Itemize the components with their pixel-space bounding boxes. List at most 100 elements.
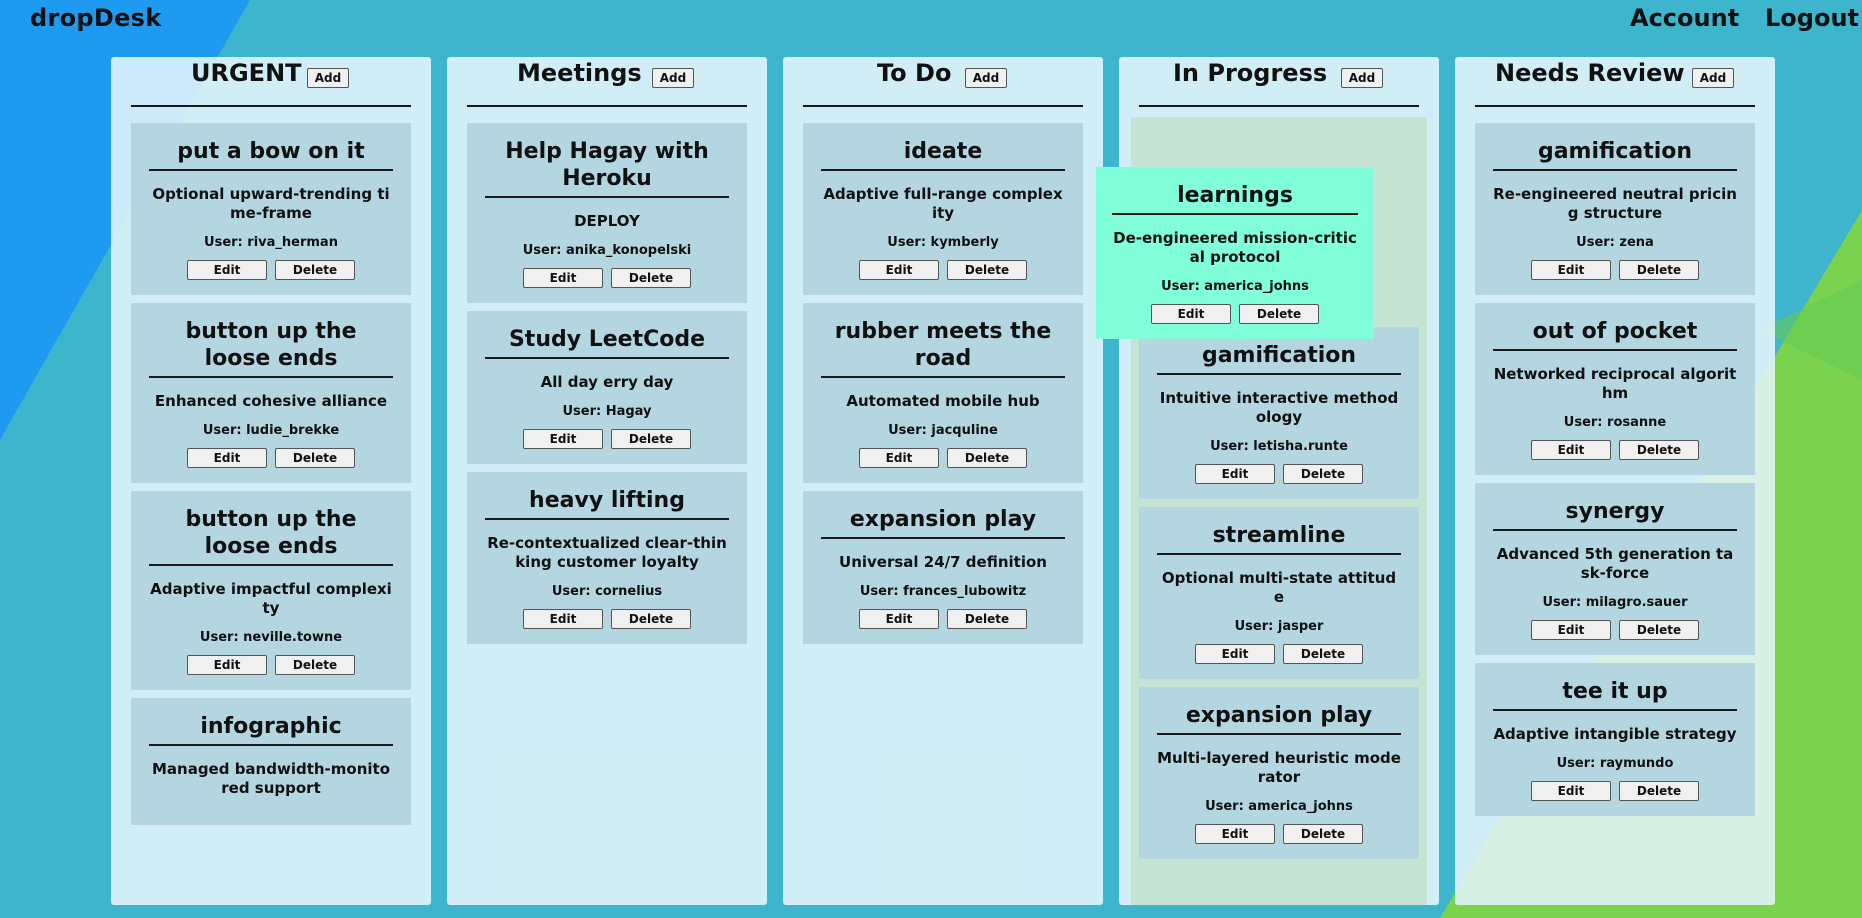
ticket-card[interactable]: expansion play Universal 24/7 definition… [803,491,1083,644]
edit-button[interactable]: Edit [1195,644,1275,664]
card-title: streamline [1157,522,1401,555]
delete-button[interactable]: Delete [1619,620,1699,640]
delete-button[interactable]: Delete [1619,440,1699,460]
app-logo[interactable]: dropDesk [30,4,162,32]
delete-button[interactable]: Delete [1283,644,1363,664]
delete-button[interactable]: Delete [947,260,1027,280]
card-description: Optional multi-state attitude [1161,569,1397,606]
edit-button[interactable]: Edit [187,448,267,468]
card-actions: Edit Delete [1157,464,1401,484]
ticket-card[interactable]: expansion play Multi-layered heuristic m… [1139,687,1419,859]
ticket-card[interactable]: rubber meets the road Automated mobile h… [803,303,1083,483]
card-user: User: america_johns [1161,279,1309,294]
column-divider [131,105,411,107]
ticket-card[interactable]: button up the loose ends Enhanced cohesi… [131,303,411,483]
card-user: User: raymundo [1556,756,1674,771]
card-actions: Edit Delete [1493,260,1737,280]
edit-button[interactable]: Edit [1151,304,1231,324]
card-description: Enhanced cohesive alliance [154,392,388,410]
delete-button[interactable]: Delete [1619,260,1699,280]
delete-button[interactable]: Delete [947,609,1027,629]
card-title: gamification [1157,342,1401,375]
card-actions: Edit Delete [485,609,729,629]
ticket-card[interactable]: heavy lifting Re-contextualized clear-th… [467,472,747,644]
delete-button[interactable]: Delete [275,448,355,468]
ticket-card[interactable]: infographic Managed bandwidth-monitored … [131,698,411,825]
card-description: Re-contextualized clear-thinking custome… [487,534,727,571]
delete-button[interactable]: Delete [1239,304,1319,324]
card-actions: Edit Delete [1157,644,1401,664]
card-description: Adaptive impactful complexity [150,580,392,617]
card-title: out of pocket [1493,318,1737,351]
ticket-card[interactable]: tee it up Adaptive intangible strategy U… [1475,663,1755,816]
edit-button[interactable]: Edit [187,260,267,280]
card-title: tee it up [1493,678,1737,711]
edit-button[interactable]: Edit [523,609,603,629]
column-divider [803,105,1083,107]
edit-button[interactable]: Edit [1531,781,1611,801]
add-card-button[interactable]: Add [652,68,694,88]
edit-button[interactable]: Edit [523,429,603,449]
ticket-card[interactable]: gamification Intuitive interactive metho… [1139,327,1419,499]
card-list: gamification Re-engineered neutral prici… [1475,123,1755,824]
ticket-card[interactable]: streamline Optional multi-state attitude… [1139,507,1419,679]
ticket-card[interactable]: gamification Re-engineered neutral prici… [1475,123,1755,295]
edit-button[interactable]: Edit [1531,440,1611,460]
card-description: DEPLOY [574,212,640,230]
ticket-card[interactable]: put a bow on it Optional upward-trending… [131,123,411,295]
card-title: learnings [1112,182,1358,215]
column-title: Meetings [517,59,642,87]
edit-button[interactable]: Edit [187,655,267,675]
edit-button[interactable]: Edit [1531,260,1611,280]
card-description: Networked reciprocal algorithm [1493,365,1737,402]
delete-button[interactable]: Delete [947,448,1027,468]
add-card-button[interactable]: Add [307,68,349,88]
edit-button[interactable]: Edit [859,260,939,280]
card-actions: Edit Delete [1157,824,1401,844]
column-needs-review[interactable]: Needs Review Add gamification Re-enginee… [1455,57,1775,905]
ticket-card[interactable]: button up the loose ends Adaptive impact… [131,491,411,690]
ticket-card[interactable]: Help Hagay with Heroku DEPLOY User: anik… [467,123,747,303]
ticket-card[interactable]: Study LeetCode All day erry day User: Ha… [467,311,747,464]
delete-button[interactable]: Delete [611,268,691,288]
add-card-button[interactable]: Add [1341,68,1383,88]
edit-button[interactable]: Edit [1195,464,1275,484]
card-description: Managed bandwidth-monitored support [151,760,391,797]
ticket-card[interactable]: synergy Advanced 5th generation task-for… [1475,483,1755,655]
card-title: Help Hagay with Heroku [485,138,729,198]
edit-button[interactable]: Edit [1531,620,1611,640]
card-description: Automated mobile hub [846,392,1040,410]
account-link[interactable]: Account [1630,4,1739,32]
column-urgent[interactable]: URGENT Add put a bow on it Optional upwa… [111,57,431,905]
card-description: Re-engineered neutral pricing structure [1493,185,1737,222]
ticket-card[interactable]: ideate Adaptive full-range complexity Us… [803,123,1083,295]
column-title: To Do [877,59,952,87]
card-actions: Edit Delete [821,260,1065,280]
card-title: gamification [1493,138,1737,171]
top-bar: dropDesk Account Logout [0,0,1862,44]
delete-button[interactable]: Delete [1283,464,1363,484]
edit-button[interactable]: Edit [859,609,939,629]
edit-button[interactable]: Edit [523,268,603,288]
column-meetings[interactable]: Meetings Add Help Hagay with Heroku DEPL… [447,57,767,905]
edit-button[interactable]: Edit [1195,824,1275,844]
card-actions: Edit Delete [821,609,1065,629]
column-to-do[interactable]: To Do Add ideate Adaptive full-range com… [783,57,1103,905]
delete-button[interactable]: Delete [1619,781,1699,801]
ticket-card[interactable]: out of pocket Networked reciprocal algor… [1475,303,1755,475]
dragging-card[interactable]: learnings De-engineered mission-critical… [1096,167,1374,339]
delete-button[interactable]: Delete [1283,824,1363,844]
add-card-button[interactable]: Add [1692,68,1734,88]
card-actions: Edit Delete [149,260,393,280]
delete-button[interactable]: Delete [611,429,691,449]
delete-button[interactable]: Delete [275,260,355,280]
logout-link[interactable]: Logout [1765,4,1859,32]
column-header: To Do Add [783,57,1103,107]
delete-button[interactable]: Delete [275,655,355,675]
add-card-button[interactable]: Add [965,68,1007,88]
edit-button[interactable]: Edit [859,448,939,468]
delete-button[interactable]: Delete [611,609,691,629]
card-title: put a bow on it [149,138,393,171]
card-title: expansion play [821,506,1065,539]
card-description: Adaptive full-range complexity [823,185,1063,222]
